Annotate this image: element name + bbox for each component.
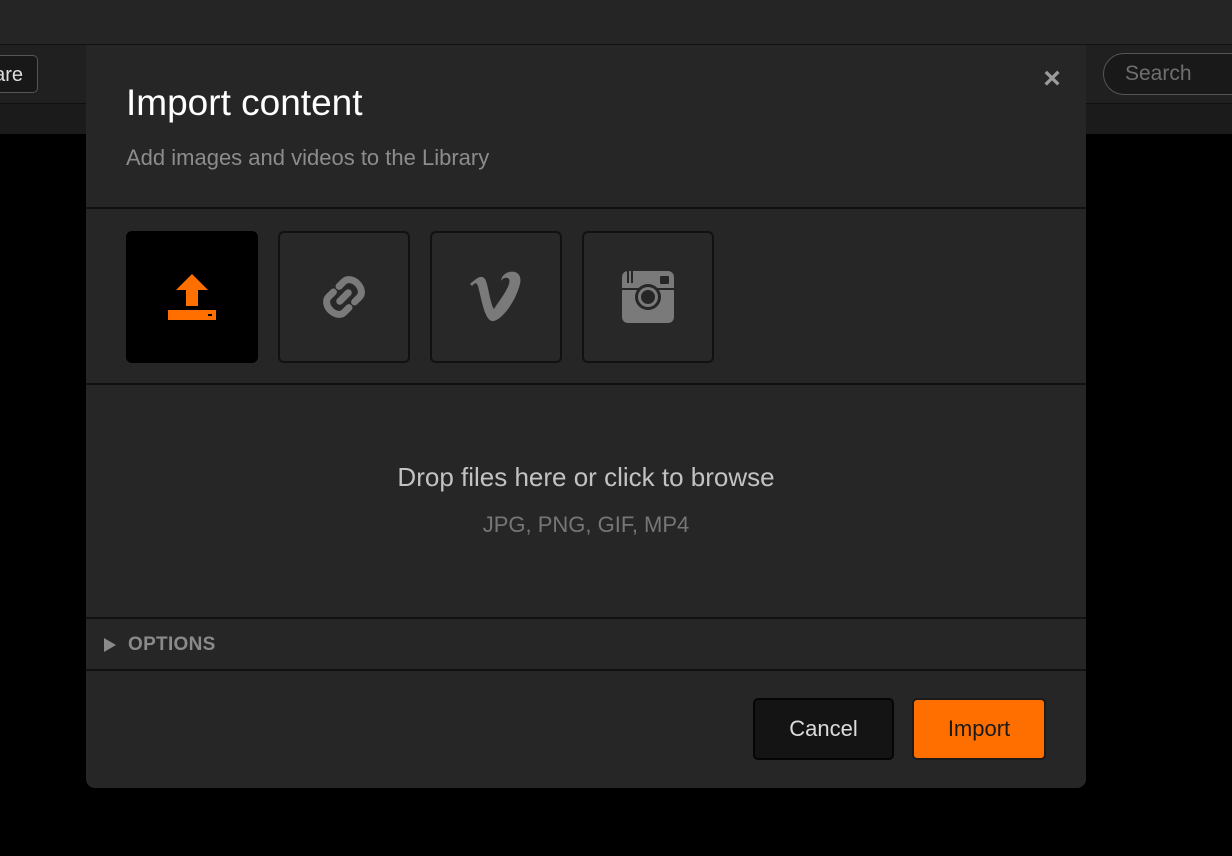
cancel-button[interactable]: Cancel: [753, 698, 894, 760]
options-toggle[interactable]: OPTIONS: [86, 619, 1086, 671]
upload-icon: [168, 274, 216, 320]
link-icon: [323, 276, 365, 318]
supported-formats: JPG, PNG, GIF, MP4: [482, 512, 690, 537]
share-button[interactable]: are: [0, 55, 38, 93]
dialog-title: Import content: [126, 82, 363, 123]
import-button[interactable]: Import: [912, 698, 1046, 760]
source-tab-link[interactable]: [278, 231, 410, 363]
import-content-dialog: × Import content Add images and videos t…: [86, 44, 1086, 788]
source-tab-vimeo[interactable]: [430, 231, 562, 363]
options-label: OPTIONS: [128, 634, 216, 655]
app-top-bar: [0, 0, 1232, 45]
caret-right-icon: [104, 638, 116, 652]
file-drop-zone[interactable]: Drop files here or click to browse JPG, …: [86, 385, 1086, 619]
source-tab-upload[interactable]: [126, 231, 258, 363]
dialog-header: Import content Add images and videos to …: [86, 45, 1086, 209]
instagram-icon: [622, 271, 674, 323]
drop-zone-instructions: Drop files here or click to browse: [397, 462, 775, 492]
source-tab-instagram[interactable]: [582, 231, 714, 363]
search-input[interactable]: Search: [1103, 53, 1232, 95]
dialog-subtitle: Add images and videos to the Library: [126, 145, 490, 170]
import-source-tabs: [86, 209, 1086, 385]
vimeo-icon: [470, 271, 521, 322]
